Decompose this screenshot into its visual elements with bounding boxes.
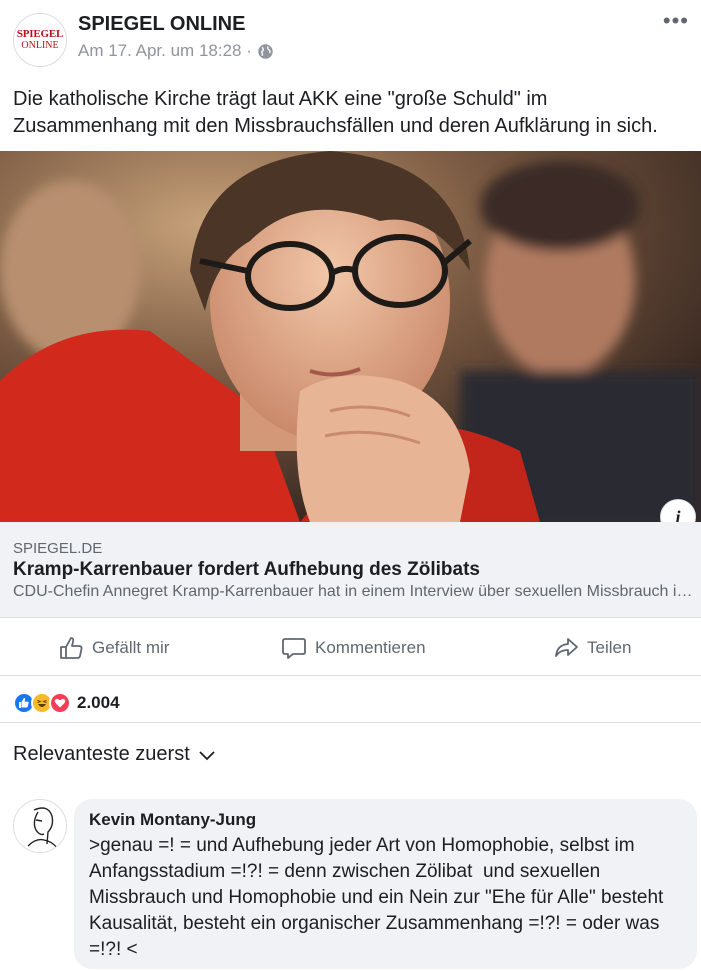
divider: [0, 722, 701, 723]
link-preview[interactable]: SPIEGEL.DE Kramp-Karrenbauer fordert Auf…: [0, 522, 701, 618]
sort-label: Relevanteste zuerst: [13, 743, 190, 765]
like-label: Gefällt mir: [92, 637, 170, 657]
share-label: Teilen: [587, 637, 632, 657]
comment-label: Kommentieren: [315, 637, 426, 657]
like-button[interactable]: Gefällt mir: [58, 619, 169, 676]
thumbs-up-icon: [60, 636, 83, 659]
reaction-count: 2.004: [77, 693, 120, 712]
comment-sort-dropdown[interactable]: Relevanteste zuerst: [13, 743, 216, 766]
page-name[interactable]: SPIEGEL ONLINE: [78, 13, 245, 36]
post-header: SPIEGEL ONLINE SPIEGEL ONLINE Am 17. Apr…: [0, 0, 701, 80]
comment-text: >genau =! = und Aufhebung jeder Art von …: [89, 835, 674, 960]
chevron-down-icon: [199, 750, 215, 760]
logo-text-1: SPIEGEL: [16, 28, 64, 40]
link-domain: SPIEGEL.DE: [13, 540, 103, 557]
post-timestamp[interactable]: Am 17. Apr. um 18:28 ·: [78, 41, 252, 61]
love-reaction-icon: [49, 692, 71, 714]
link-title[interactable]: Kramp-Karrenbauer fordert Aufhebung des …: [13, 559, 480, 581]
comment-button[interactable]: Kommentieren: [281, 619, 426, 676]
comment-bubble: Kevin Montany-Jung >genau =! = und Aufhe…: [74, 799, 697, 969]
share-icon: [555, 637, 578, 657]
link-description: CDU-Chefin Annegret Kramp-Karrenbauer ha…: [13, 583, 693, 600]
reactions-summary[interactable]: 2.004: [13, 692, 120, 714]
photo-illustration: [0, 151, 701, 522]
globe-icon: [258, 43, 273, 59]
action-bar: Gefällt mir Kommentieren Teilen: [0, 619, 701, 676]
share-button[interactable]: Teilen: [553, 619, 631, 676]
page-avatar[interactable]: SPIEGEL ONLINE: [13, 13, 67, 67]
comment-author[interactable]: Kevin Montany-Jung: [89, 809, 683, 831]
post-text: Die katholische Kirche trägt laut AKK ei…: [13, 88, 658, 137]
more-options-icon[interactable]: •••: [663, 10, 689, 32]
post-meta: Am 17. Apr. um 18:28 ·: [78, 41, 274, 61]
comment-icon: [282, 637, 306, 659]
commenter-avatar[interactable]: [13, 799, 67, 853]
post-photo[interactable]: [0, 151, 701, 522]
logo-text-2: ONLINE: [21, 40, 59, 51]
